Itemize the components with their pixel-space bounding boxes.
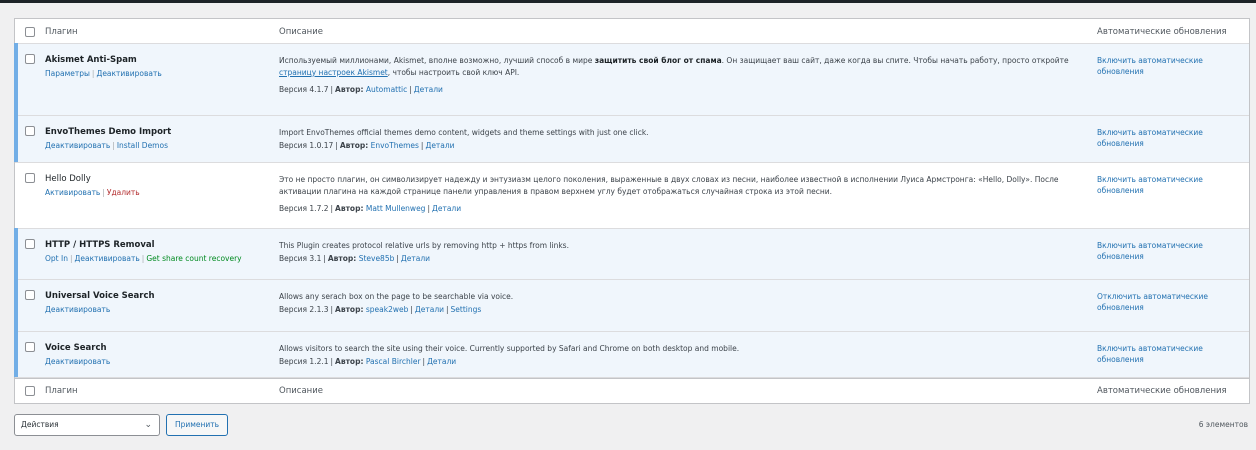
plugin-row-envothemes: EnvoThemes Demo Import Деактивировать | In… — [14, 115, 1249, 163]
author-link[interactable]: speak2web — [366, 305, 409, 314]
column-description-footer: Описание — [279, 386, 323, 396]
author-link[interactable]: Matt Mullenweg — [366, 204, 426, 213]
plugin-name: Hello Dolly — [45, 174, 91, 184]
select-all-checkbox[interactable] — [25, 27, 35, 37]
plugin-actions: Деактивировать — [45, 357, 279, 366]
bulk-actions-bar: Действия ⌄ Применить 6 элементов — [14, 414, 1250, 436]
plugin-checkbox[interactable] — [25, 54, 35, 64]
details-link[interactable]: Детали — [432, 204, 461, 213]
akismet-settings-link[interactable]: страницу настроек Akismet — [279, 68, 388, 77]
settings-link[interactable]: Параметры — [45, 69, 90, 78]
plugin-checkbox[interactable] — [25, 126, 35, 136]
details-link[interactable]: Детали — [401, 254, 430, 263]
plugin-checkbox[interactable] — [25, 290, 35, 300]
plugin-actions: Деактивировать | Install Demos — [45, 141, 168, 150]
share-count-recovery-link[interactable]: Get share count recovery — [146, 254, 241, 263]
plugin-meta: Версия 1.7.2 | Автор: Matt Mullenweg | Детал… — [279, 204, 462, 213]
plugin-name: Voice Search — [45, 343, 107, 353]
plugin-actions: Параметры | Деактивировать — [45, 69, 162, 78]
plugin-name: EnvoThemes Demo Import — [45, 127, 172, 137]
items-count: 6 элементов — [1198, 420, 1248, 429]
select-all-checkbox-footer[interactable] — [25, 386, 35, 396]
plugin-checkbox[interactable] — [25, 342, 35, 352]
activate-link[interactable]: Активировать — [45, 188, 100, 197]
top-border — [0, 0, 1256, 3]
auto-update-toggle-link[interactable]: Включить автоматические обновления — [1097, 240, 1249, 262]
plugin-description: This Plugin creates protocol relative ur… — [279, 241, 569, 250]
delete-link[interactable]: Удалить — [107, 188, 140, 197]
author-link[interactable]: EnvoThemes — [371, 141, 419, 150]
column-plugin[interactable]: Плагин — [45, 19, 279, 43]
author-link[interactable]: Pascal Birchler — [366, 357, 421, 366]
column-plugin-footer[interactable]: Плагин — [45, 379, 279, 403]
plugin-meta: Версия 3.1 | Автор: Steve85b | Детали — [279, 254, 431, 263]
install-demos-link[interactable]: Install Demos — [117, 141, 168, 150]
plugin-description: Import EnvoThemes official themes demo c… — [279, 128, 649, 137]
plugin-row-voice-search: Voice Search Деактивировать Allows visit… — [14, 331, 1249, 378]
plugin-name: HTTP / HTTPS Removal — [45, 240, 155, 250]
plugin-name: Akismet Anti-Spam — [45, 55, 137, 65]
table-footer: Плагин Описание Автоматические обновлени… — [15, 378, 1249, 403]
plugins-table: Плагин Описание Автоматические обновлени… — [14, 18, 1250, 404]
plugin-checkbox[interactable] — [25, 173, 35, 183]
auto-update-toggle-link[interactable]: Отключить автоматические обновления — [1097, 291, 1249, 313]
deactivate-link[interactable]: Деактивировать — [45, 357, 110, 366]
apply-button[interactable]: Применить — [166, 414, 228, 436]
column-auto-updates: Автоматические обновления — [1097, 27, 1227, 37]
settings-link[interactable]: Settings — [451, 305, 482, 314]
auto-update-toggle-link[interactable]: Включить автоматические обновления — [1097, 343, 1249, 365]
deactivate-link[interactable]: Деактивировать — [96, 69, 161, 78]
plugin-row-hello-dolly: Hello Dolly Активировать | Удалить Это не … — [15, 163, 1249, 229]
opt-in-link[interactable]: Opt In — [45, 254, 68, 263]
plugin-row-universal-voice-search: Universal Voice Search Деактивировать Al… — [14, 279, 1249, 332]
details-link[interactable]: Детали — [425, 141, 454, 150]
table-header: Плагин Описание Автоматические обновлени… — [15, 19, 1249, 44]
auto-update-toggle-link[interactable]: Включить автоматические обновления — [1097, 127, 1249, 149]
deactivate-link[interactable]: Деактивировать — [75, 254, 140, 263]
plugin-description: Allows visitors to search the site using… — [279, 344, 740, 353]
details-link[interactable]: Детали — [414, 85, 443, 94]
plugin-meta: Версия 2.1.3 | Автор: speak2web | Детали | Set… — [279, 305, 482, 314]
details-link[interactable]: Детали — [415, 305, 444, 314]
plugin-description: Используемый миллионами, Akismet, вполне… — [279, 56, 1069, 77]
plugin-meta: Версия 4.1.7 | Автор: Automattic | Детали — [279, 85, 443, 94]
plugin-meta: Версия 1.0.17 | Автор: EnvoThemes | Детали — [279, 141, 455, 150]
auto-update-toggle-link[interactable]: Включить автоматические обновления — [1097, 174, 1249, 196]
auto-update-toggle-link[interactable]: Включить автоматические обновления — [1097, 55, 1249, 77]
plugin-actions: Деактивировать — [45, 305, 279, 314]
bulk-actions-select[interactable]: Действия ⌄ — [14, 414, 160, 436]
author-link[interactable]: Steve85b — [359, 254, 395, 263]
chevron-down-icon: ⌄ — [144, 420, 152, 430]
deactivate-link[interactable]: Деактивировать — [45, 141, 110, 150]
plugin-actions: Opt In | Деактивировать | Get share count re… — [45, 254, 242, 263]
plugin-row-akismet: Akismet Anti-Spam Параметры | Деактивирова… — [14, 43, 1249, 116]
author-link[interactable]: Automattic — [366, 85, 407, 94]
plugin-row-http-https-removal: HTTP / HTTPS Removal Opt In | Деактивирова… — [14, 228, 1249, 280]
plugin-actions: Активировать | Удалить — [45, 188, 140, 197]
plugin-meta: Версия 1.2.1 | Автор: Pascal Birchler | Дета… — [279, 357, 457, 366]
plugin-name: Universal Voice Search — [45, 291, 155, 301]
column-auto-updates-footer: Автоматические обновления — [1097, 386, 1227, 396]
deactivate-link[interactable]: Деактивировать — [45, 305, 110, 314]
plugin-checkbox[interactable] — [25, 239, 35, 249]
plugin-description: Это не просто плагин, он символизирует н… — [279, 175, 1059, 196]
column-description: Описание — [279, 27, 323, 37]
details-link[interactable]: Детали — [427, 357, 456, 366]
plugin-description: Allows any serach box on the page to be … — [279, 292, 514, 301]
